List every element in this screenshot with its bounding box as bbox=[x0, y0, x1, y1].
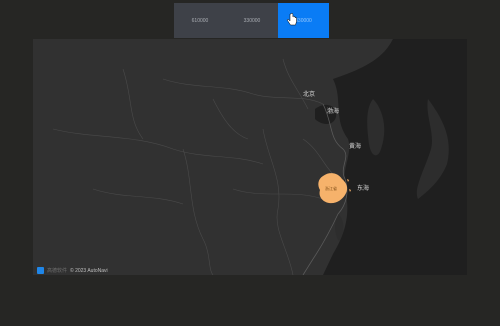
amap-logo-icon bbox=[37, 267, 44, 274]
region-level-tabs: 610000 330000 330000 bbox=[174, 3, 329, 38]
region-tab-330000-active[interactable]: 330000 bbox=[278, 3, 329, 38]
map-attribution: 高德软件 © 2023 AutoNavi bbox=[37, 267, 108, 274]
region-tab-330000[interactable]: 330000 bbox=[226, 3, 278, 38]
label-huanghai: 黄海 bbox=[349, 144, 362, 150]
label-donghai: 东海 bbox=[357, 186, 370, 192]
attribution-copyright: © 2023 AutoNavi bbox=[70, 267, 108, 274]
label-zhejiang: 浙江省 bbox=[325, 186, 337, 191]
attribution-logo-text: 高德软件 bbox=[47, 268, 68, 274]
map-canvas bbox=[52, 39, 467, 275]
hand-pointer-icon bbox=[287, 13, 297, 26]
label-beijing: 北京 bbox=[303, 92, 316, 98]
region-tab-label: 330000 bbox=[243, 17, 261, 24]
region-tab-label: 330000 bbox=[295, 17, 312, 24]
region-tab-610000[interactable]: 610000 bbox=[174, 3, 226, 38]
province-borders bbox=[52, 58, 334, 275]
region-tab-label: 610000 bbox=[191, 17, 209, 24]
map-view[interactable]: 北京 渤海 黄海 东海 浙江省 高德软件 © 2023 AutoNavi bbox=[33, 39, 467, 275]
label-bohai: 渤海 bbox=[327, 109, 340, 115]
